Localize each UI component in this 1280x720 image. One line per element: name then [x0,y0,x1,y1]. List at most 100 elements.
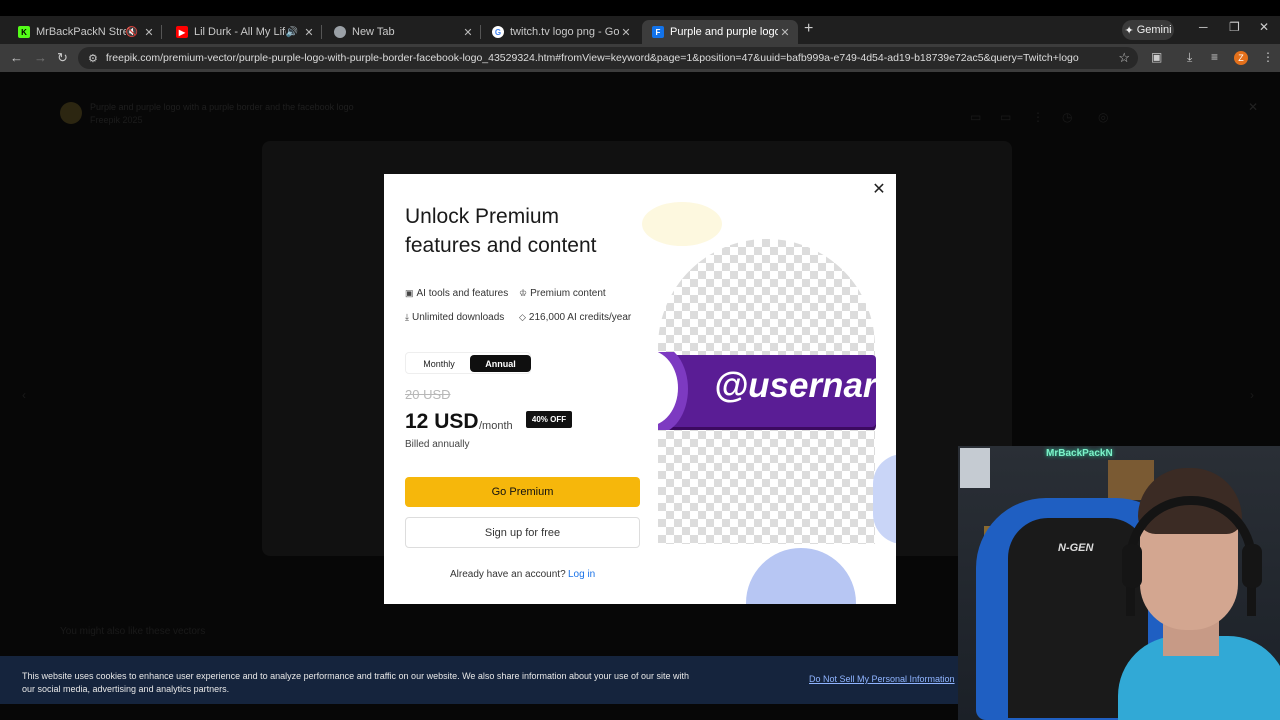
neon-sign: MrBackPackN [1046,448,1113,459]
forward-icon[interactable]: → [34,50,47,65]
tab-title: Purple and purple logo with a p [670,26,778,38]
login-question: Already have an account? [450,569,566,580]
reload-icon[interactable]: ↻ [57,50,68,66]
price-period: /month [479,420,513,432]
login-link[interactable]: Log in [568,569,595,580]
feature-premium-content: ♔ Premium content [519,288,606,299]
banner-text: @usernar [714,366,876,405]
previous-arrow-icon: ‹ [22,388,26,402]
kick-icon: K [18,26,30,38]
top-strip [0,0,1280,16]
asset-header: Purple and purple logo with a purple bor… [60,102,360,128]
browser-tab-bar: K MrBackPackN Stream - Wat 🔇 ✕ ▶ Lil Dur… [0,16,1280,44]
chair-logo: N-GEN [1058,542,1094,554]
muted-audio-icon[interactable]: 🔇 [126,27,138,38]
folder-icon: ▭ [1000,110,1012,124]
billing-note: Billed annually [405,439,470,450]
related-heading: You might also like these vectors [60,626,206,637]
billing-annual-option[interactable]: Annual [470,355,531,372]
youtube-icon: ▶ [176,26,188,38]
next-arrow-icon: › [1250,388,1254,402]
address-bar-row: ← → ↻ ⚙ freepik.com/premium-vector/purpl… [0,44,1280,72]
close-tab-icon[interactable]: ✕ [778,26,792,39]
tab-separator [161,25,162,39]
profile-avatar[interactable]: Z [1234,51,1248,65]
new-tab-button[interactable]: + [804,20,813,38]
modal-title: Unlock Premium features and content [405,205,597,257]
headset-left-cup [1122,544,1142,588]
tab-title: MrBackPackN Stream - Wat [36,26,126,38]
crown-icon: ♔ [519,288,528,298]
wall-poster [960,448,990,488]
chrome-icon [334,26,346,38]
google-icon: G [492,26,504,38]
ai-tools-icon: ▣ [405,288,414,298]
tab-separator [480,25,481,39]
close-tab-icon[interactable]: ✕ [619,26,633,39]
sparkle-icon: ✦ [1124,24,1134,37]
feature-label: Premium content [530,288,606,299]
sidebar-icon[interactable]: ▣ [1151,50,1162,64]
tab-kick-stream[interactable]: K MrBackPackN Stream - Wat 🔇 ✕ [8,20,162,44]
go-premium-button[interactable]: Go Premium [405,477,640,507]
cookie-message: This website uses cookies to enhance use… [22,671,690,694]
billing-toggle: Monthly Annual [405,352,531,374]
window-close-icon[interactable]: ✕ [1259,20,1269,34]
close-modal-icon[interactable]: ✕ [871,182,887,198]
headset [1126,496,1256,616]
omnibox[interactable]: ⚙ freepik.com/premium-vector/purple-purp… [78,47,1138,69]
asset-title: Purple and purple logo with a purple bor… [90,102,354,112]
site-info-icon[interactable]: ⚙ [88,52,98,65]
tab-title: twitch.tv logo png - Google Sea [510,26,619,38]
url-text[interactable]: freepik.com/premium-vector/purple-purple… [106,52,1079,64]
tab-title: New Tab [352,26,395,38]
original-price: 20 USD [405,387,451,402]
menu-icon[interactable]: ⋮ [1262,50,1274,64]
download-icon[interactable]: ⤓ [1187,50,1192,65]
tab-youtube[interactable]: ▶ Lil Durk - All My Life ft. J. Co 🔊 ✕ [166,20,322,44]
screen: K MrBackPackN Stream - Wat 🔇 ✕ ▶ Lil Dur… [0,0,1280,720]
feature-label: Unlimited downloads [411,312,505,323]
freepik-icon: F [652,26,664,38]
sign-up-free-button[interactable]: Sign up for free [405,517,640,548]
close-tab-icon[interactable]: ✕ [302,26,316,39]
minimize-icon[interactable]: ─ [1199,20,1208,34]
headset-right-cup [1242,544,1262,588]
tab-freepik-active[interactable]: F Purple and purple logo with a p ✕ [642,20,798,44]
bookmark-star-icon[interactable]: ☆ [1118,50,1130,66]
feature-downloads: ⤓ Unlimited downloads [405,312,504,323]
do-not-sell-link[interactable]: Do Not Sell My Personal Information [809,674,955,684]
restore-icon[interactable]: ❐ [1229,20,1240,34]
tab-separator [321,25,322,39]
discount-badge: 40% OFF [526,411,572,428]
webcam-overlay: MrBackPackN N-GEN [958,446,1280,720]
tag-icon: ◇ [519,312,526,322]
current-price: 12 USD [405,410,479,433]
username-banner-preview: @usernar [658,352,876,430]
collection-icon: ▭ [970,110,982,124]
tab-title: Lil Durk - All My Life ft. J. Co [194,26,286,38]
decor-blue-blob-right [873,454,896,544]
back-icon[interactable]: ← [10,50,23,65]
feature-ai-credits: ◇ 216,000 AI credits/year [519,312,631,323]
billing-monthly-option[interactable]: Monthly [408,355,470,372]
more-icon: ⋮ [1032,110,1044,124]
premium-modal: @usernar ✕ Unlock Premium features and c… [384,174,896,604]
media-controls-icon[interactable]: ≡ [1211,50,1218,64]
history-icon: ◷ [1062,110,1073,124]
feature-ai-tools: ▣ AI tools and features [405,288,508,299]
decor-blue-blob [746,548,856,604]
tab-new-tab[interactable]: New Tab ✕ [324,20,481,44]
share-icon: ◎ [1098,110,1109,124]
download-icon: ⤓ [405,312,409,322]
close-tab-icon[interactable]: ✕ [461,26,475,39]
feature-label: AI tools and features [416,288,509,299]
audio-playing-icon[interactable]: 🔊 [286,27,298,38]
asset-author: Freepik 2025 [90,115,143,125]
gemini-label: Gemini [1136,24,1172,36]
tab-google-search[interactable]: G twitch.tv logo png - Google Sea ✕ [482,20,639,44]
background-close-icon: ✕ [1248,100,1259,114]
close-tab-icon[interactable]: ✕ [142,26,156,39]
gemini-button[interactable]: ✦ Gemini [1122,20,1174,40]
feature-label: 216,000 AI credits/year [528,312,632,323]
